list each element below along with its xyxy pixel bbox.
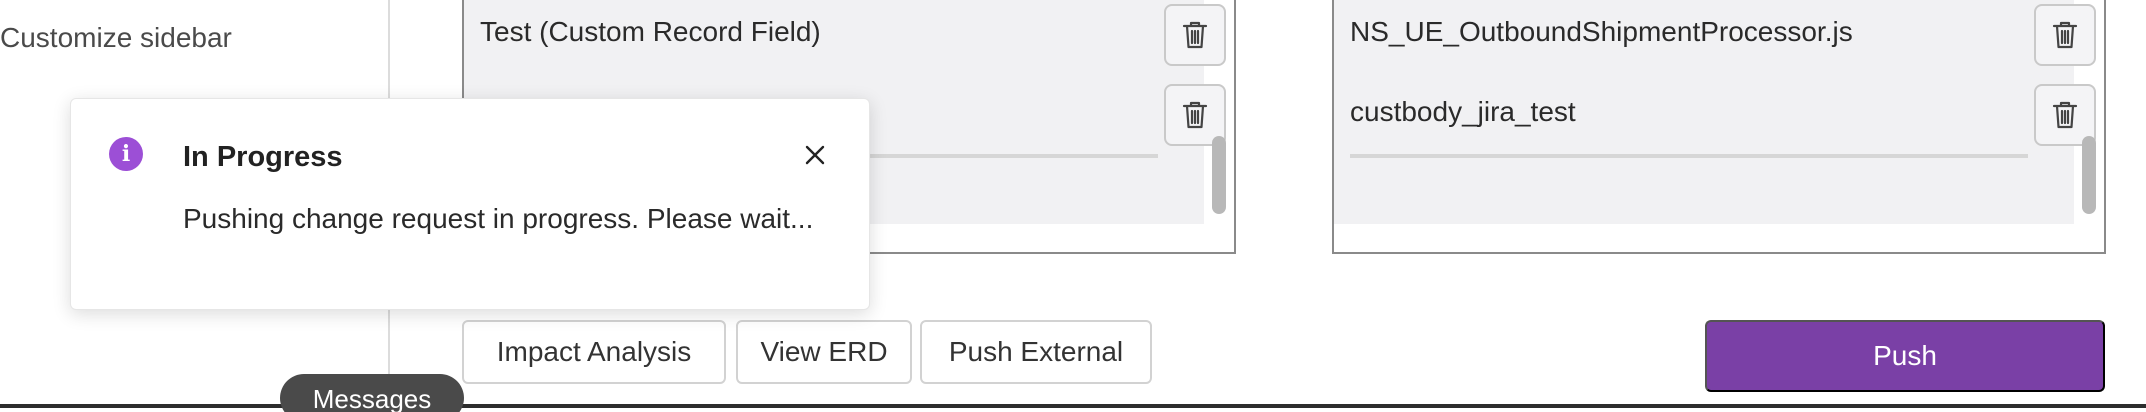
sidebar-customize-link[interactable]: Customize sidebar <box>0 22 232 54</box>
selected-items-panel-right: NS_UE_OutboundShipmentProcessor.js custb… <box>1332 0 2106 254</box>
toast-message: Pushing change request in progress. Plea… <box>183 203 814 234</box>
view-erd-button[interactable]: View ERD <box>736 320 912 384</box>
messages-button[interactable]: Messages <box>280 374 464 412</box>
trash-icon <box>1182 101 1208 129</box>
close-icon <box>805 145 825 165</box>
in-progress-toast: i In Progress Pushing change request in … <box>70 98 870 310</box>
trash-icon <box>2052 21 2078 49</box>
trash-icon <box>2052 101 2078 129</box>
toast-close-button[interactable] <box>799 139 831 171</box>
push-external-button[interactable]: Push External <box>920 320 1152 384</box>
info-icon: i <box>109 137 143 171</box>
toast-title: In Progress <box>183 141 343 173</box>
scrollbar-thumb[interactable] <box>2082 136 2096 214</box>
delete-button[interactable] <box>2034 4 2096 66</box>
list-item-label: Test (Custom Record Field) <box>480 16 821 47</box>
panel-list-area: NS_UE_OutboundShipmentProcessor.js custb… <box>1334 0 2096 224</box>
impact-analysis-button[interactable]: Impact Analysis <box>462 320 726 384</box>
delete-button[interactable] <box>1164 4 1226 66</box>
list-item-label: custbody_jira_test <box>1350 96 1576 127</box>
scrollbar-thumb[interactable] <box>1212 136 1226 214</box>
list-item-label: NS_UE_OutboundShipmentProcessor.js <box>1350 16 1853 47</box>
trash-icon <box>1182 21 1208 49</box>
push-button[interactable]: Push <box>1705 320 2105 392</box>
row-separator <box>1350 154 2028 158</box>
